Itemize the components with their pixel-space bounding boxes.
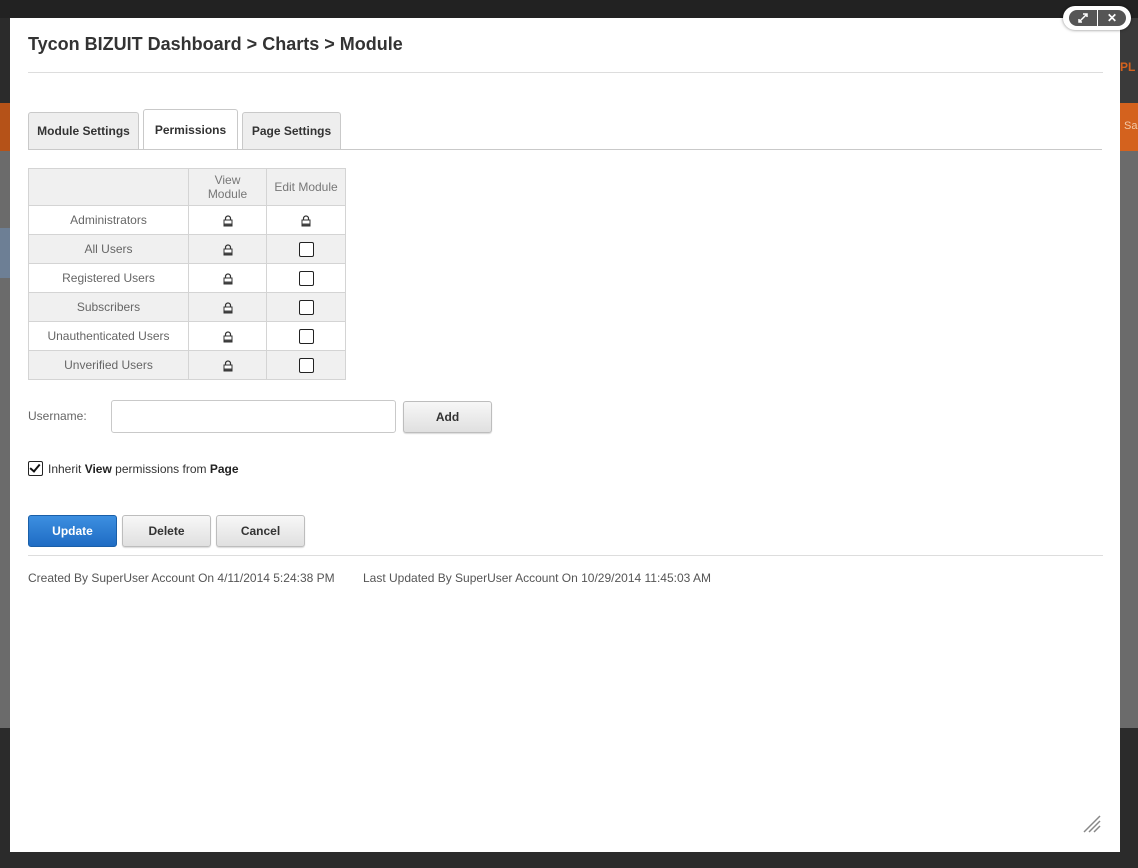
page-title: Tycon BIZUIT Dashboard > Charts > Module — [28, 34, 403, 54]
edit-permission-cell — [266, 350, 346, 380]
add-user-button[interactable]: Add — [403, 401, 492, 433]
role-name: All Users — [28, 234, 189, 264]
role-name: Registered Users — [28, 263, 189, 293]
lock-icon — [223, 213, 233, 227]
permissions-row: Registered Users — [28, 263, 346, 293]
created-by-text: Created By SuperUser Account On 4/11/201… — [28, 571, 335, 585]
close-icon[interactable]: ✕ — [1098, 10, 1126, 26]
permissions-row: Administrators — [28, 205, 346, 235]
cancel-button[interactable]: Cancel — [216, 515, 305, 547]
edit-permission-checkbox[interactable] — [298, 270, 314, 286]
inherit-text-mid: permissions from — [111, 461, 210, 476]
resize-grip-icon[interactable] — [1082, 814, 1102, 834]
view-permission-cell — [188, 321, 267, 351]
view-permission-cell — [188, 292, 267, 322]
permissions-row: All Users — [28, 234, 346, 264]
lock-icon — [223, 329, 233, 343]
lock-icon — [223, 300, 233, 314]
inherit-permissions-row: Inherit View permissions from Page — [28, 461, 239, 476]
edit-permission-checkbox[interactable] — [298, 299, 314, 315]
background-brand-fragment: PL — [1120, 60, 1136, 74]
edit-module-column-header: Edit Module — [266, 168, 346, 206]
lock-icon — [223, 271, 233, 285]
title-divider — [28, 72, 1103, 73]
background-nav-bar-left — [0, 103, 10, 151]
lock-icon — [301, 213, 311, 227]
expand-icon[interactable] — [1069, 10, 1097, 26]
inherit-text-page: Page — [209, 461, 239, 476]
username-label: Username: — [28, 409, 87, 423]
view-permission-cell — [188, 350, 267, 380]
background-top-bar — [0, 0, 1138, 18]
inherit-text-view: View — [84, 461, 112, 476]
role-column-header — [28, 168, 189, 206]
edit-permission-cell — [266, 205, 346, 235]
edit-permission-checkbox[interactable] — [298, 241, 314, 257]
role-name: Administrators — [28, 205, 189, 235]
permissions-row: Unauthenticated Users — [28, 321, 346, 351]
edit-permission-checkbox[interactable] — [298, 357, 314, 373]
background-nav-fragment: Sa — [1124, 120, 1138, 132]
update-button[interactable]: Update — [28, 515, 117, 547]
view-module-label: View Module — [207, 173, 248, 201]
tab-module-settings[interactable]: Module Settings — [28, 112, 139, 149]
lock-icon — [223, 242, 233, 256]
role-name: Unverified Users — [28, 350, 189, 380]
permissions-row: Subscribers — [28, 292, 346, 322]
view-permission-cell — [188, 205, 267, 235]
view-permission-cell — [188, 263, 267, 293]
inherit-text-pre: Inherit — [48, 461, 85, 476]
edit-permission-checkbox[interactable] — [298, 328, 314, 344]
view-module-column-header: View Module — [188, 168, 267, 206]
last-updated-text: Last Updated By SuperUser Account On 10/… — [363, 571, 712, 585]
background-content-right — [1120, 151, 1138, 728]
delete-button[interactable]: Delete — [122, 515, 211, 547]
window-controls: ✕ — [1063, 6, 1131, 30]
tab-divider — [28, 149, 1102, 150]
edit-permission-cell — [266, 263, 346, 293]
username-input[interactable] — [111, 400, 396, 433]
background-blue-block — [0, 228, 10, 278]
inherit-permissions-checkbox[interactable] — [28, 461, 43, 476]
permissions-header-row: View Module Edit Module — [28, 168, 346, 206]
module-settings-dialog: Tycon BIZUIT Dashboard > Charts > Module… — [10, 18, 1120, 852]
tab-page-settings[interactable]: Page Settings — [242, 112, 341, 149]
tab-permissions[interactable]: Permissions — [143, 109, 238, 150]
permissions-row: Unverified Users — [28, 350, 346, 380]
edit-permission-cell — [266, 292, 346, 322]
footer-divider — [28, 555, 1103, 556]
lock-icon — [223, 358, 233, 372]
role-name: Unauthenticated Users — [28, 321, 189, 351]
view-permission-cell — [188, 234, 267, 264]
edit-permission-cell — [266, 234, 346, 264]
edit-permission-cell — [266, 321, 346, 351]
permissions-grid: View Module Edit Module Administrators Al… — [28, 168, 346, 380]
role-name: Subscribers — [28, 292, 189, 322]
